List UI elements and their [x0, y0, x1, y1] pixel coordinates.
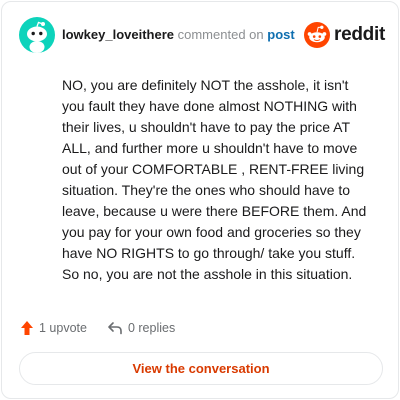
card-header: lowkey_loveithere commented on post redd…	[19, 17, 385, 53]
upvote-arrow-icon	[21, 321, 33, 335]
snoo-avatar-icon[interactable]	[19, 17, 55, 53]
upvote-button[interactable]: 1 upvote	[20, 320, 87, 336]
action-text: commented on	[177, 27, 264, 42]
comment-card: lowkey_loveithere commented on post redd…	[1, 1, 399, 399]
post-link[interactable]: post	[267, 27, 294, 42]
comment-text: NO, you are definitely NOT the asshole, …	[62, 77, 367, 282]
author-line: lowkey_loveithere commented on post	[62, 28, 295, 42]
view-conversation-button[interactable]: View the conversation	[19, 352, 383, 385]
username[interactable]: lowkey_loveithere	[62, 27, 174, 42]
upvote-count: 1 upvote	[39, 321, 87, 335]
comment-actions: 1 upvote 0 replies	[20, 318, 175, 338]
brand-wordmark: reddit	[334, 24, 385, 45]
replies-button[interactable]: 0 replies	[107, 321, 175, 335]
reply-arrow-icon	[108, 322, 122, 335]
reddit-brand[interactable]: reddit	[304, 22, 385, 48]
reddit-logo-icon	[304, 22, 331, 48]
reply-count: 0 replies	[127, 321, 176, 335]
